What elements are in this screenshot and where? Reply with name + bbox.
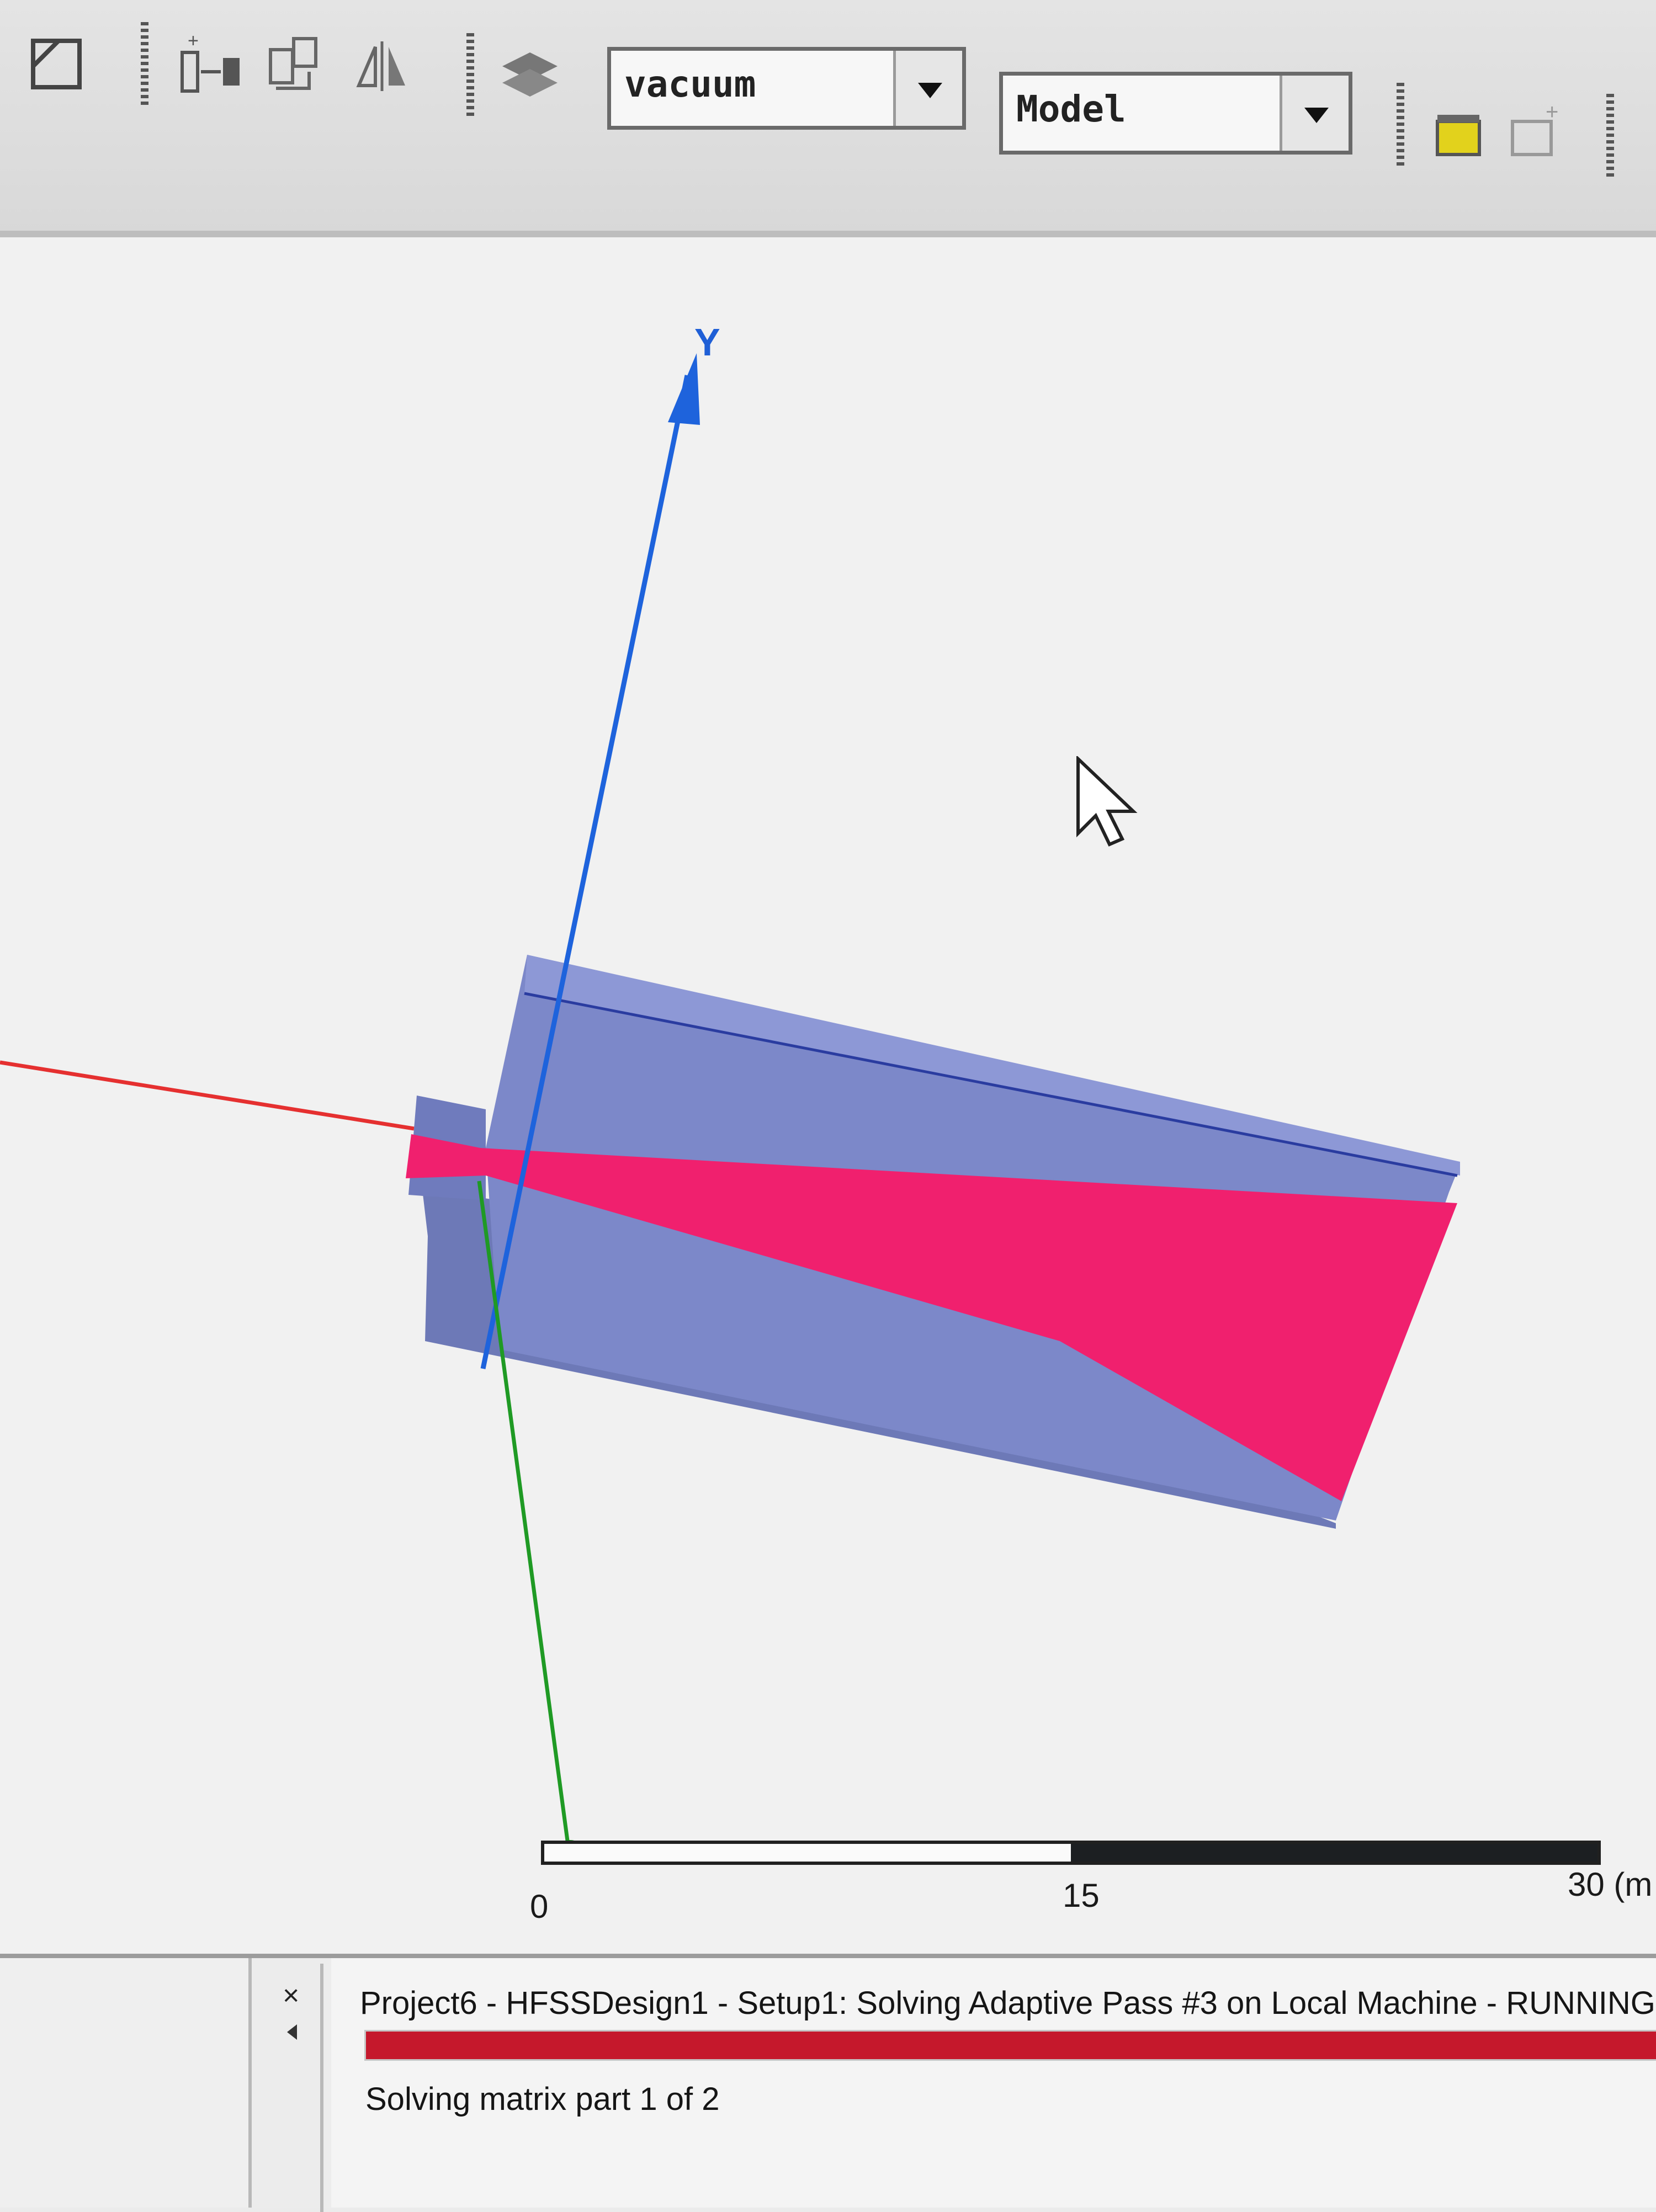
model-scene[interactable] (0, 237, 1656, 1954)
toolbar-grip[interactable] (466, 33, 474, 116)
mouse-cursor-icon (1076, 756, 1138, 847)
progress-pane: Project6 - HFSSDesign1 - Setup1: Solving… (331, 1958, 1656, 2208)
message-pane[interactable] (0, 1958, 252, 2208)
solve-progress-fill (366, 2032, 1656, 2059)
toolbar: + vacuum Model + (0, 0, 1656, 237)
toolbar-grip[interactable] (141, 22, 148, 105)
svg-text:+: + (1546, 100, 1558, 124)
job-status-text: Project6 - HFSSDesign1 - Setup1: Solving… (360, 1985, 1655, 2021)
panel-controls: × (270, 1964, 323, 2212)
view-combo-value: Model (1016, 88, 1126, 130)
modeler-viewport[interactable]: Y 0 15 30 (m (0, 237, 1656, 1954)
chevron-down-icon[interactable] (1280, 76, 1349, 151)
scale-ruler-segment (544, 1844, 1071, 1862)
fit-all-icon[interactable] (1430, 105, 1490, 166)
draw-box-icon[interactable] (28, 33, 88, 94)
svg-text:+: + (188, 30, 199, 51)
mirror-icon[interactable] (348, 30, 414, 97)
sub-status-text: Solving matrix part 1 of 2 (365, 2081, 720, 2117)
view-combo[interactable]: Model (999, 72, 1352, 155)
scale-ruler (541, 1841, 1601, 1865)
create-object-icon[interactable]: + (1501, 99, 1568, 166)
chevron-down-icon[interactable] (893, 51, 962, 126)
boolean-operations-icon[interactable] (259, 28, 331, 99)
add-object-icon[interactable]: + (177, 30, 248, 97)
progress-window: × Project6 - HFSSDesign1 - Setup1: Solvi… (0, 1954, 1656, 2212)
toolbar-grip[interactable] (1397, 83, 1404, 166)
toolbar-border (0, 231, 1656, 237)
material-combo-value: vacuum (624, 63, 756, 105)
collapse-arrow-icon[interactable] (287, 2024, 297, 2040)
material-combo[interactable]: vacuum (607, 47, 966, 130)
solve-progress-bar (364, 2030, 1656, 2061)
ruler-tick-label: 15 (1063, 1877, 1100, 1914)
ruler-tick-label: 30 (m (1568, 1866, 1653, 1903)
ruler-tick-label: 0 (530, 1888, 549, 1925)
material-stack-icon[interactable] (497, 44, 563, 105)
y-axis-label: Y (694, 321, 720, 364)
close-icon[interactable]: × (283, 1979, 299, 2012)
x-axis-line (0, 1060, 415, 1131)
toolbar-grip[interactable] (1606, 94, 1614, 177)
